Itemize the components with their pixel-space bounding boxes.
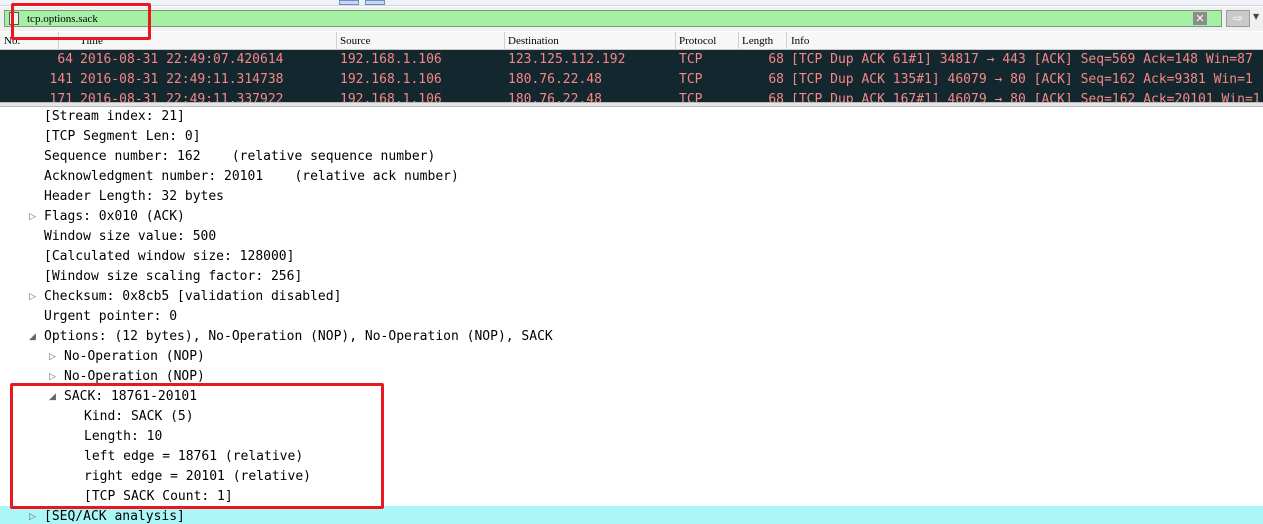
packet-no: 141 <box>49 72 73 87</box>
tree-item[interactable]: Acknowledgment number: 20101 (relative a… <box>44 167 459 187</box>
packet-length: 68 <box>768 52 784 67</box>
main-toolbar <box>0 0 1263 6</box>
tree-item[interactable]: [TCP Segment Len: 0] <box>44 127 201 147</box>
packet-row[interactable]: 171 2016-08-31 22:49:11.337922 192.168.1… <box>0 90 1263 102</box>
packet-source: 192.168.1.106 <box>340 72 442 87</box>
toolbar-button[interactable] <box>339 0 359 5</box>
triangle-right-icon[interactable]: ▷ <box>49 347 56 367</box>
packet-time: 2016-08-31 22:49:11.314738 <box>80 72 284 87</box>
tree-item[interactable]: Checksum: 0x8cb5 [validation disabled] <box>44 287 341 307</box>
clear-filter-icon[interactable]: ✕ <box>1193 12 1207 25</box>
packet-no: 171 <box>49 92 73 102</box>
column-header-destination[interactable]: Destination <box>508 34 559 48</box>
triangle-right-icon[interactable]: ▷ <box>29 507 36 524</box>
tree-item[interactable]: Flags: 0x010 (ACK) <box>44 207 185 227</box>
apply-filter-button[interactable]: ⇨ <box>1226 10 1250 27</box>
tree-item[interactable]: [Window size scaling factor: 256] <box>44 267 302 287</box>
packet-list-header: No. Time Source Destination Protocol Len… <box>0 32 1263 50</box>
packet-length: 68 <box>768 72 784 87</box>
packet-destination: 180.76.22.48 <box>508 92 602 102</box>
packet-info: [TCP Dup ACK 167#1] 46079 → 80 [ACK] Seq… <box>791 92 1261 102</box>
tree-item[interactable]: Urgent pointer: 0 <box>44 307 177 327</box>
column-header-info[interactable]: Info <box>791 34 809 48</box>
triangle-right-icon[interactable]: ▷ <box>29 287 36 307</box>
packet-source: 192.168.1.106 <box>340 92 442 102</box>
display-filter-bar: tcp.options.sack ✕ ⇨ ▼ <box>0 7 1263 31</box>
filter-history-dropdown-icon[interactable]: ▼ <box>1253 12 1259 21</box>
tree-item[interactable]: No-Operation (NOP) <box>64 347 205 367</box>
triangle-down-icon[interactable]: ◢ <box>29 327 36 347</box>
packet-info: [TCP Dup ACK 135#1] 46079 → 80 [ACK] Seq… <box>791 72 1253 87</box>
packet-row[interactable]: 141 2016-08-31 22:49:11.314738 192.168.1… <box>0 70 1263 90</box>
packet-time: 2016-08-31 22:49:11.337922 <box>80 92 284 102</box>
packet-protocol: TCP <box>679 52 703 67</box>
packet-destination: 123.125.112.192 <box>508 52 626 67</box>
toolbar-button[interactable] <box>365 0 385 5</box>
packet-list: 64 2016-08-31 22:49:07.420614 192.168.1.… <box>0 50 1263 102</box>
tree-item[interactable]: Window size value: 500 <box>44 227 216 247</box>
tree-item[interactable]: Options: (12 bytes), No-Operation (NOP),… <box>44 327 553 347</box>
packet-destination: 180.76.22.48 <box>508 72 602 87</box>
packet-info: [TCP Dup ACK 61#1] 34817 → 443 [ACK] Seq… <box>791 52 1253 67</box>
tree-item-selected[interactable]: [SEQ/ACK analysis] <box>44 507 185 524</box>
packet-protocol: TCP <box>679 92 703 102</box>
packet-time: 2016-08-31 22:49:07.420614 <box>80 52 284 67</box>
triangle-right-icon[interactable]: ▷ <box>29 207 36 227</box>
packet-length: 68 <box>768 92 784 102</box>
packet-protocol: TCP <box>679 72 703 87</box>
column-header-source[interactable]: Source <box>340 34 371 48</box>
packet-row[interactable]: 64 2016-08-31 22:49:07.420614 192.168.1.… <box>0 50 1263 70</box>
tree-item[interactable]: Sequence number: 162 (relative sequence … <box>44 147 435 167</box>
packet-no: 64 <box>57 52 73 67</box>
column-header-length[interactable]: Length <box>742 34 773 48</box>
packet-source: 192.168.1.106 <box>340 52 442 67</box>
annotation-box-sack <box>10 383 384 509</box>
display-filter-input[interactable]: tcp.options.sack ✕ <box>4 10 1222 27</box>
tree-item[interactable]: Header Length: 32 bytes <box>44 187 224 207</box>
annotation-box-filter <box>11 3 151 40</box>
tree-item[interactable]: [Stream index: 21] <box>44 107 185 127</box>
column-header-protocol[interactable]: Protocol <box>679 34 716 48</box>
tree-item[interactable]: [Calculated window size: 128000] <box>44 247 294 267</box>
